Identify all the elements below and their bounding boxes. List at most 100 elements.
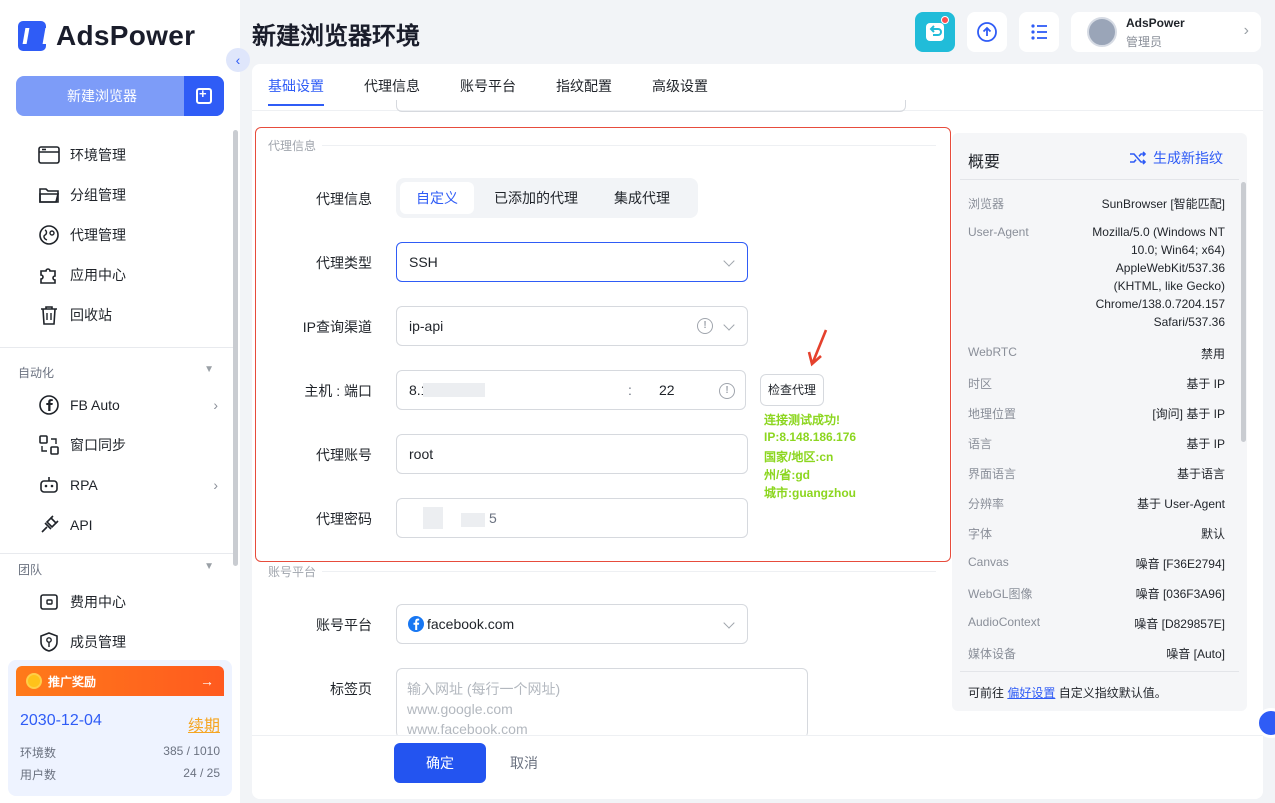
overview-scrollbar[interactable] [1241,182,1246,442]
info-icon[interactable]: ! [719,383,735,399]
divider [0,553,235,554]
app-logo[interactable]: AdsPower [18,20,195,52]
folder-icon [38,184,60,206]
add-square-icon [196,86,212,104]
ov-val: 默认 [1200,527,1225,541]
note-suffix: 自定义指纹默认值。 [1058,686,1167,700]
sidebar-item-label: 分组管理 [70,187,126,203]
account-platform-select[interactable]: facebook.com [396,604,748,644]
sidebar-scrollbar[interactable] [233,130,238,566]
tab-basic-settings[interactable]: 基础设置 [268,76,324,106]
info-icon[interactable]: ! [697,318,713,334]
sidebar-item-window-sync[interactable]: 窗口同步 [38,433,218,457]
section-title-text: 自动化 [18,366,55,380]
group-title-account-platform: 账号平台 [268,565,317,579]
sidebar-item-app-center[interactable]: 应用中心 [38,263,218,287]
proxy-type-select[interactable]: SSH [396,242,748,282]
user-count-row: 用户数 24 / 25 [20,766,220,783]
batch-add-button[interactable] [184,76,224,116]
sidebar-item-api[interactable]: API [38,513,218,537]
ua-line: (KHTML, like Gecko) [1113,279,1225,293]
ov-key: WebRTC [968,345,1017,359]
regenerate-fingerprint-button[interactable]: 生成新指纹 [1129,148,1223,168]
group-divider [322,145,936,146]
ua-line: Chrome/138.0.7204.157 [1095,297,1225,311]
cancel-button[interactable]: 取消 [510,753,538,773]
host-port-input[interactable]: 8.1 : 22 ! [396,370,746,410]
sidebar-item-members[interactable]: 成员管理 [38,630,218,654]
group-divider [322,571,936,572]
check-result-country: 国家/地区:cn [764,450,834,464]
preferences-link[interactable]: 偏好设置 [1007,686,1055,700]
coin-icon [26,673,42,689]
overview-divider [960,671,1239,672]
user-name: AdsPower [1126,16,1185,30]
port-separator: : [628,382,632,398]
segment-integrated-proxy[interactable]: 集成代理 [598,182,686,214]
sidebar-item-billing[interactable]: 费用中心 [38,590,218,614]
logo-text: AdsPower [56,20,196,51]
sidebar-item-group-management[interactable]: 分组管理 [38,183,218,207]
ip-channel-select[interactable]: ip-api ! [396,306,748,346]
sidebar-item-fb-auto[interactable]: FB Auto › [38,393,218,417]
new-browser-button[interactable]: 新建浏览器 [16,76,184,116]
plug-icon [38,514,60,536]
notification-button[interactable] [915,12,955,52]
overview-note: 可前往 偏好设置 自定义指纹默认值。 [968,684,1167,701]
collapse-sidebar-button[interactable]: ‹ [226,48,250,72]
promo-banner[interactable]: 推广奖励 → [16,666,224,696]
facebook-icon [408,616,424,632]
section-automation[interactable]: 自动化 ▼ [18,364,214,381]
ip-channel-value: ip-api [409,318,444,334]
ov-val: 基于语言 [1176,467,1225,481]
proxy-password-label: 代理密码 [316,511,372,527]
sidebar-item-rpa[interactable]: RPA › [38,473,218,497]
check-proxy-button[interactable]: 检查代理 [760,374,824,406]
user-count-label: 用户数 [20,768,57,782]
section-team[interactable]: 团队 ▼ [18,561,214,578]
ov-key-browser: 浏览器 [968,197,1005,211]
ua-line: 10.0; Win64; x64) [1130,243,1225,257]
arrow-right-icon: → [200,673,214,689]
task-list-button[interactable] [1019,12,1059,52]
proxy-account-input[interactable]: root [396,434,748,474]
upload-sync-icon [977,22,997,42]
new-browser-button-group: 新建浏览器 [16,76,224,116]
previous-field[interactable] [396,100,906,112]
sidebar-item-label: 应用中心 [70,267,126,283]
ov-val: 噪音 [Auto] [1166,647,1225,661]
sidebar-item-label: 成员管理 [70,634,126,650]
divider [0,347,235,348]
sidebar-item-label: 环境管理 [70,147,126,163]
confirm-button[interactable]: 确定 [394,743,486,783]
sync-button[interactable] [967,12,1007,52]
check-result-city: 城市:guangzhou [764,486,856,500]
ip-channel-label: IP查询渠道 [302,319,372,335]
check-result-status: 连接测试成功! [764,413,840,427]
chevron-down-icon [723,255,735,267]
sidebar-item-label: RPA [70,477,98,493]
sidebar-item-env-management[interactable]: 环境管理 [38,143,218,167]
segment-custom[interactable]: 自定义 [400,182,474,214]
user-menu[interactable]: AdsPower 管理员 › [1071,12,1261,52]
textarea-placeholder-line: 输入网址 (每行一个网址) [407,681,561,697]
password-tail: 5 [489,510,497,526]
proxy-password-input[interactable]: 5 [396,498,748,538]
proxy-type-value: SSH [409,254,438,270]
tabs-url-textarea[interactable]: 输入网址 (每行一个网址) www.google.com www.faceboo… [396,668,808,738]
globe-pin-icon [38,224,60,246]
sidebar-item-recycle-bin[interactable]: 回收站 [38,303,218,327]
ov-key: 地理位置 [968,407,1017,421]
group-title-proxy: 代理信息 [268,139,317,153]
sidebar-item-proxy-management[interactable]: 代理管理 [38,223,218,247]
renew-link[interactable]: 续期 [188,712,220,736]
adspower-logo-icon [18,21,46,51]
expiry-date: 2030-12-04 [20,712,102,729]
puzzle-icon [38,264,60,286]
segment-saved-proxies[interactable]: 已添加的代理 [478,182,594,214]
ov-val: 禁用 [1200,347,1225,361]
wallet-icon [38,591,60,613]
avatar [1087,17,1117,47]
facebook-icon [38,394,60,416]
chevron-right-icon: › [213,477,218,493]
